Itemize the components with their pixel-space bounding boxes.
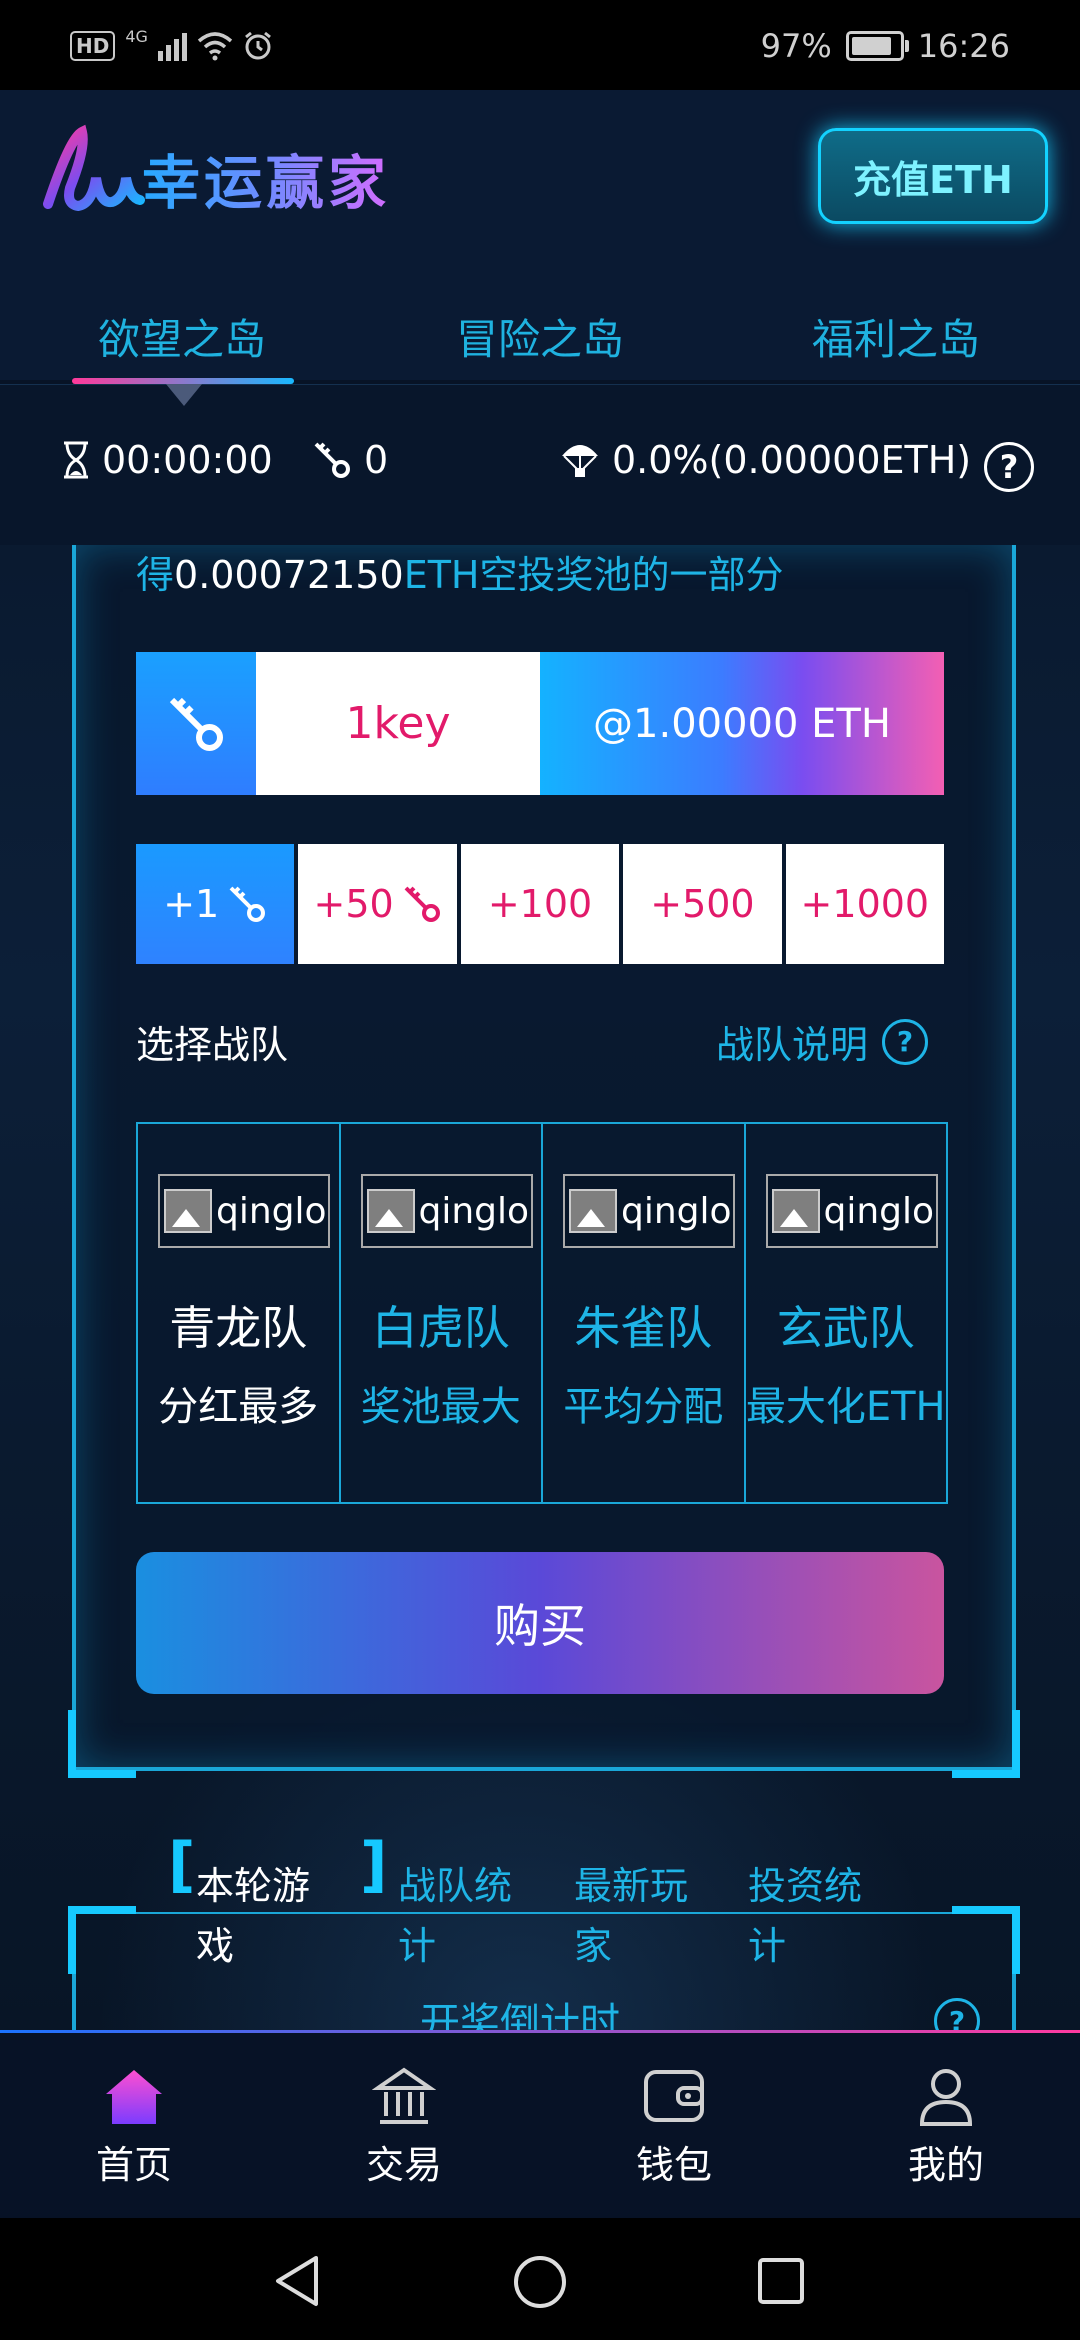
tab-island-adventure[interactable]: 冒险之岛 <box>390 306 690 368</box>
nav-label: 我的 <box>907 2143 984 2187</box>
panel-corner-decoration <box>68 1710 136 1778</box>
round-timer: 00:00:00 <box>62 438 273 482</box>
quantity-buttons: +1 +50 +100 +500 +1000 <box>136 844 945 964</box>
team-name: 朱雀队 <box>574 1301 713 1355</box>
active-tab-caret <box>166 384 202 406</box>
help-icon: ? <box>882 1018 929 1065</box>
key-purchase-row: 1key @1.00000 ETH <box>136 652 944 795</box>
nav-label: 钱包 <box>635 2143 712 2187</box>
nav-label: 首页 <box>95 2143 172 2187</box>
clock: 16:26 <box>917 27 1010 65</box>
airdrop-prefix: 得 <box>136 553 175 597</box>
key-icon <box>314 442 350 478</box>
nav-profile[interactable]: 我的 <box>856 2066 1036 2189</box>
add-50-keys-button[interactable]: +50 <box>298 844 457 964</box>
airdrop-value: 0.0%(0.00000ETH) <box>612 438 972 482</box>
bank-icon <box>372 2067 436 2124</box>
status-icons-left: HD 4G <box>70 24 273 68</box>
keys-count: 0 <box>312 438 388 482</box>
image-alt-text: qinglong <box>418 1190 531 1232</box>
nav-label: 交易 <box>365 2143 442 2187</box>
panel-corner-decoration <box>952 1906 1020 1974</box>
key-quantity-input[interactable]: 1key <box>256 652 540 795</box>
status-icons-right: 97% 16:26 <box>761 24 1010 68</box>
wallet-icon <box>644 2070 704 2122</box>
nav-trade[interactable]: 交易 <box>314 2066 494 2189</box>
team-image: qinglong <box>360 1174 533 1248</box>
qty-label: +50 <box>313 882 394 926</box>
home-circle-icon[interactable] <box>512 2254 568 2310</box>
wifi-icon <box>197 32 233 61</box>
buy-button[interactable]: 购买 <box>136 1552 944 1694</box>
key-icon <box>404 886 440 922</box>
home-icon <box>106 2070 162 2124</box>
key-price: @1.00000 ETH <box>540 652 944 795</box>
signal-icon <box>157 31 187 61</box>
tab-bracket-left: [ <box>168 1830 196 1900</box>
broken-image-icon <box>366 1189 415 1233</box>
team-card-zhuque[interactable]: qinglong 朱雀队 平均分配 <box>543 1124 746 1502</box>
nav-wallet[interactable]: 钱包 <box>584 2066 764 2189</box>
airdrop-info: 0.0%(0.00000ETH) <box>560 438 971 482</box>
image-alt-text: qinglong <box>823 1190 936 1232</box>
qty-label: +1 <box>163 882 220 926</box>
recharge-eth-button[interactable]: 充值ETH <box>818 128 1048 224</box>
timer-value: 00:00:00 <box>102 438 273 482</box>
status-bar: HD 4G 97% 16:26 <box>0 0 1080 90</box>
airdrop-amount: 0.00072150 <box>174 553 404 597</box>
broken-image-icon <box>164 1189 212 1233</box>
add-1000-keys-button[interactable]: +1000 <box>785 844 945 964</box>
tab-bracket-right: ] <box>360 1830 388 1900</box>
tab-island-welfare[interactable]: 福利之岛 <box>746 306 1046 368</box>
team-selector: qinglong 青龙队 分红最多 qinglong 白虎队 奖池最大 qing… <box>136 1122 948 1504</box>
airdrop-description: 得0.00072150ETH空投奖池的一部分 <box>136 544 783 599</box>
team-description: 分红最多 <box>158 1384 319 1430</box>
team-image: qinglong <box>158 1174 330 1248</box>
battery-icon <box>845 31 909 61</box>
broken-image-icon <box>569 1189 617 1233</box>
user-icon <box>919 2069 973 2126</box>
tab-island-desire[interactable]: 欲望之岛 <box>32 306 332 368</box>
team-name: 玄武队 <box>776 1301 915 1355</box>
team-card-baihu[interactable]: qinglong 白虎队 奖池最大 <box>341 1124 543 1502</box>
team-info-label: 战队说明 <box>716 1023 869 1067</box>
key-icon-box <box>136 652 256 795</box>
team-image: qinglong <box>563 1174 735 1248</box>
team-card-qinglong[interactable]: qinglong 青龙队 分红最多 <box>138 1124 341 1502</box>
battery-percent: 97% <box>760 27 832 65</box>
team-image: qinglong <box>765 1174 938 1248</box>
image-alt-text: qinglong <box>621 1190 733 1232</box>
nav-home[interactable]: 首页 <box>44 2066 224 2189</box>
team-info-link[interactable]: 战队说明 ? <box>716 1014 929 1069</box>
alarm-icon <box>244 31 271 60</box>
recents-icon[interactable] <box>756 2256 806 2306</box>
add-500-keys-button[interactable]: +500 <box>623 844 782 964</box>
airdrop-suffix: ETH空投奖池的一部分 <box>403 553 784 597</box>
help-icon[interactable]: ? <box>984 442 1034 492</box>
add-1-key-button[interactable]: +1 <box>136 844 295 964</box>
app-title: 幸运赢家 <box>142 136 390 220</box>
keys-value: 0 <box>364 438 389 482</box>
panel-corner-decoration <box>68 1906 136 1974</box>
team-name: 白虎队 <box>371 1301 510 1355</box>
app-logo-icon <box>43 124 145 212</box>
panel-corner-decoration <box>952 1710 1020 1778</box>
parachute-icon <box>562 445 598 477</box>
system-navigation-bar <box>0 2218 1080 2340</box>
image-alt-text: qinglong <box>216 1190 328 1232</box>
broken-image-icon <box>771 1189 820 1233</box>
choose-team-label: 选择战队 <box>136 1023 289 1067</box>
team-card-xuanwu[interactable]: qinglong 玄武队 最大化ETH <box>746 1124 947 1502</box>
key-icon <box>229 886 266 922</box>
hd-badge: HD <box>70 31 116 61</box>
team-description: 最大化ETH <box>745 1384 946 1430</box>
team-description: 奖池最大 <box>360 1384 521 1430</box>
key-icon <box>169 697 223 751</box>
back-icon[interactable] <box>272 2254 322 2308</box>
network-type: 4G <box>125 26 148 46</box>
hourglass-icon <box>64 441 88 479</box>
add-100-keys-button[interactable]: +100 <box>460 844 620 964</box>
team-description: 平均分配 <box>563 1384 724 1430</box>
team-name: 青龙队 <box>169 1301 308 1355</box>
